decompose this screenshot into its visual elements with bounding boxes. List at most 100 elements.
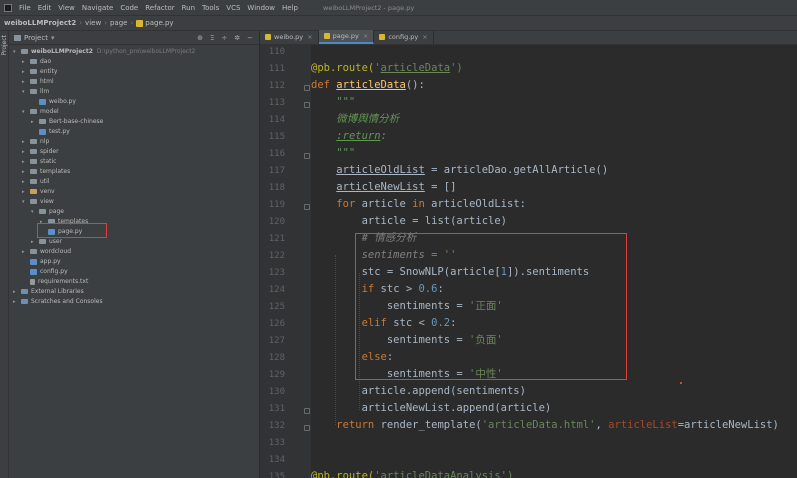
breadcrumb-separator: › — [130, 19, 134, 27]
tree-item[interactable]: ▾ llm — [9, 87, 49, 96]
chevron-down-icon[interactable]: ▾ — [22, 108, 30, 117]
fold-icon[interactable] — [304, 85, 310, 91]
settings-icon[interactable]: ✲ — [234, 34, 240, 42]
folder-icon — [30, 159, 37, 164]
fold-icon[interactable] — [304, 102, 310, 108]
line-number: 129 — [268, 370, 285, 380]
close-icon[interactable]: × — [307, 33, 312, 41]
chevron-right-icon[interactable]: ▸ — [31, 118, 39, 127]
tree-item[interactable]: requirements.txt — [9, 277, 88, 286]
tree-item[interactable]: test.py — [9, 127, 70, 136]
code-token: =articleNewList) — [677, 419, 779, 431]
menu-item-vcs[interactable]: VCS — [226, 4, 240, 12]
hide-icon[interactable]: − — [247, 34, 253, 42]
folder-icon — [30, 189, 37, 194]
fold-icon[interactable] — [304, 153, 310, 159]
tree-item[interactable]: ▸ html — [9, 77, 54, 86]
chevron-right-icon[interactable]: ▸ — [31, 238, 39, 247]
chevron-right-icon[interactable]: ▸ — [22, 168, 30, 177]
menu-item-edit[interactable]: Edit — [38, 4, 52, 12]
tree-item[interactable]: ▸ entity — [9, 67, 57, 76]
tree-item[interactable]: ▸ Scratches and Consoles — [9, 297, 103, 306]
project-tool-window-button[interactable]: Project — [1, 35, 8, 56]
tree-item-label: weibo.py — [49, 98, 76, 105]
chevron-right-icon[interactable]: ▸ — [22, 68, 30, 77]
chevron-down-icon[interactable]: ▾ — [31, 208, 39, 217]
locate-icon[interactable]: ⊕ — [197, 34, 203, 42]
chevron-right-icon[interactable]: ▸ — [22, 248, 30, 257]
menu-item-file[interactable]: File — [19, 4, 31, 12]
chevron-right-icon[interactable]: ▸ — [22, 58, 30, 67]
chevron-right-icon[interactable]: ▸ — [22, 158, 30, 167]
close-icon[interactable]: × — [363, 32, 368, 40]
collapse-icon[interactable]: Ξ — [210, 34, 214, 42]
code-token: :return — [336, 130, 381, 142]
editor-tab-page-py[interactable]: page.py × — [318, 30, 375, 44]
highlight-box-page-py — [37, 223, 107, 238]
tree-item[interactable]: ▸ static — [9, 157, 56, 166]
menu-item-refactor[interactable]: Refactor — [145, 4, 174, 12]
chevron-right-icon[interactable]: ▸ — [22, 188, 30, 197]
chevron-right-icon[interactable]: ▸ — [13, 288, 21, 297]
chevron-right-icon[interactable]: ▸ — [22, 148, 30, 157]
code-token: ') — [450, 62, 463, 74]
tree-item[interactable]: ▸ util — [9, 177, 50, 186]
chevron-right-icon[interactable]: ▸ — [22, 138, 30, 147]
menu-item-help[interactable]: Help — [282, 4, 298, 12]
project-icon — [14, 34, 21, 41]
tree-item[interactable]: ▸ External Libraries — [9, 287, 84, 296]
chevron-right-icon[interactable]: ▸ — [13, 298, 21, 307]
tree-item[interactable]: ▸ templates — [9, 167, 70, 176]
tree-item[interactable]: ▾ page — [9, 207, 64, 216]
code-token: @pb.route( — [311, 470, 375, 478]
breadcrumb-page[interactable]: page — [110, 19, 127, 27]
editor-tab-config-py[interactable]: config.py × — [374, 30, 434, 44]
menu-item-view[interactable]: View — [58, 4, 75, 12]
fold-icon[interactable] — [304, 425, 310, 431]
tree-item[interactable]: ▾ view — [9, 197, 54, 206]
fold-icon[interactable] — [304, 204, 310, 210]
tree-item[interactable]: ▸ spider — [9, 147, 59, 156]
tree-item[interactable]: ▸ wordcloud — [9, 247, 71, 256]
menu-item-navigate[interactable]: Navigate — [82, 4, 113, 12]
code-token: articleData — [380, 62, 451, 74]
breadcrumb-view[interactable]: view — [85, 19, 101, 27]
folder-icon — [30, 169, 37, 174]
tree-item[interactable]: ▸ Bert-base-chinese — [9, 117, 103, 126]
line-number: 120 — [268, 217, 285, 227]
line-number: 111 — [268, 64, 285, 74]
tree-item[interactable]: ▸ nlp — [9, 137, 49, 146]
tree-item-label: External Libraries — [31, 288, 84, 295]
fold-icon[interactable] — [304, 408, 310, 414]
menu-item-code[interactable]: Code — [120, 4, 138, 12]
menu-item-tools[interactable]: Tools — [202, 4, 219, 12]
expand-icon[interactable]: ÷ — [221, 34, 227, 42]
chevron-down-icon[interactable]: ▾ — [22, 88, 30, 97]
tree-item[interactable]: ▾ model — [9, 107, 59, 116]
chevron-down-icon[interactable]: ▾ — [22, 198, 30, 207]
breadcrumb-project[interactable]: weiboLLMProject2 — [4, 19, 76, 27]
folder-icon — [30, 139, 37, 144]
code-line: @pb.route('articleData') — [311, 60, 463, 77]
chevron-down-icon[interactable]: ▾ — [13, 48, 21, 57]
tree-item[interactable]: ▾ weiboLLMProject2 D:\python_pro\weiboLLMP… — [9, 47, 195, 56]
code-token: = articleDao.getAllArticle() — [424, 164, 609, 176]
menu-item-window[interactable]: Window — [247, 4, 275, 12]
chevron-right-icon[interactable]: ▸ — [22, 78, 30, 87]
close-icon[interactable]: × — [422, 33, 427, 41]
breadcrumb-file[interactable]: page.py — [145, 19, 173, 27]
tree-item[interactable]: app.py — [9, 257, 61, 266]
tree-item[interactable]: ▸ user — [9, 237, 62, 246]
chevron-down-icon[interactable]: ▾ — [51, 34, 55, 42]
tree-item[interactable]: ▸ venv — [9, 187, 55, 196]
project-view-selector[interactable]: Project — [24, 34, 48, 42]
tree-item[interactable]: config.py — [9, 267, 68, 276]
menu-item-run[interactable]: Run — [182, 4, 195, 12]
editor-tab-weibo-py[interactable]: weibo.py × — [260, 30, 319, 44]
tree-item[interactable]: ▸ dao — [9, 57, 51, 66]
tree-item[interactable]: weibo.py — [9, 97, 76, 106]
chevron-right-icon[interactable]: ▸ — [22, 178, 30, 187]
python-file-icon — [379, 34, 386, 40]
window-title: weiboLLMProject2 - page.py — [323, 3, 415, 12]
